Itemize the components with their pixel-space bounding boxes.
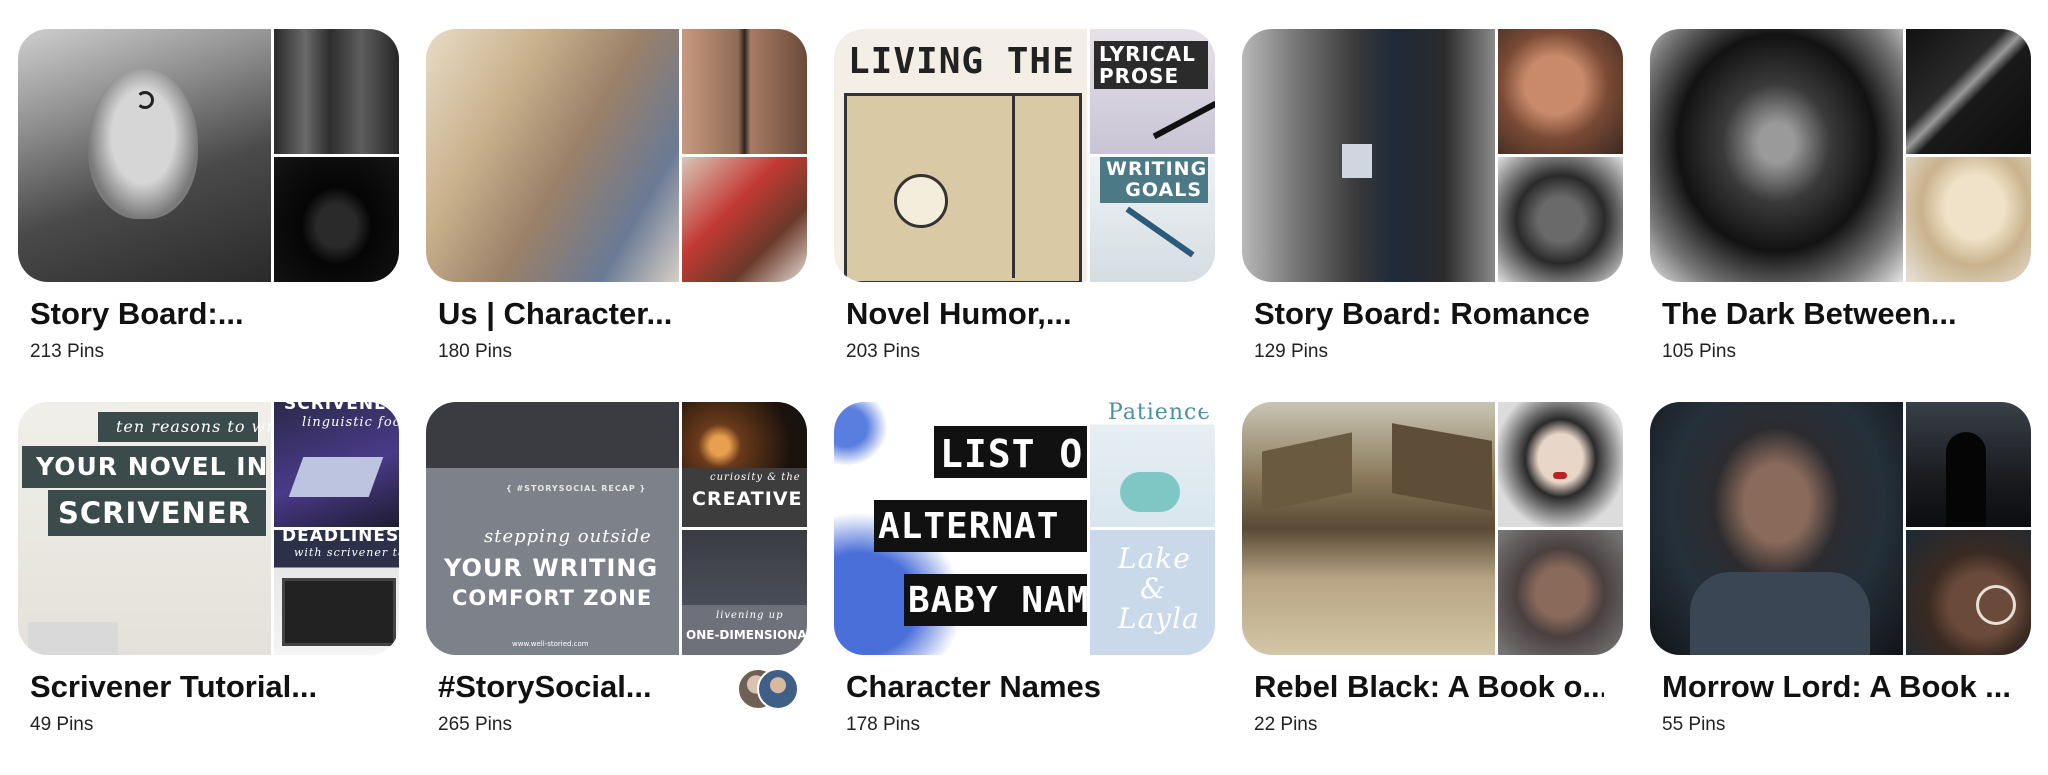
cover-image-main (1242, 402, 1495, 655)
collaborator-avatars[interactable] (737, 668, 799, 710)
cover-image-main (1650, 402, 1903, 655)
cover-text-main-tag: { #STORYSOCIAL RECAP } (506, 484, 647, 493)
board-title[interactable]: Story Board: Romance (1254, 296, 1604, 332)
board-title[interactable]: Character Names (846, 669, 1196, 705)
board-title[interactable]: Rebel Black: A Book o... (1254, 669, 1604, 705)
cover-image-bottom (1906, 157, 2031, 282)
cover-image-top (682, 29, 807, 154)
board-card[interactable]: Morrow Lord: A Book ... 55 Pins (1650, 402, 2031, 775)
cover-text-top-big: CREATIVE (692, 488, 803, 510)
cover-text-bottom-line1: DEADLINES (282, 530, 399, 546)
pin-count: 178 Pins (846, 714, 920, 735)
board-title[interactable]: The Dark Between... (1662, 296, 2012, 332)
cover-image-bottom (682, 157, 807, 282)
pin-count: 203 Pins (846, 341, 920, 362)
cover-image-bottom (1906, 530, 2031, 655)
board-cover[interactable] (426, 29, 807, 282)
cover-image-top (274, 29, 399, 154)
cover-text-main-line3: COMFORT ZONE (452, 586, 653, 610)
board-card[interactable]: ten reasons to write YOUR NOVEL IN SCRIV… (18, 402, 399, 775)
cover-image-top: LYRICAL PROSE (1090, 29, 1215, 154)
board-grid: Story Board:... 213 Pins Us | Character.… (18, 29, 2031, 775)
cover-image-bottom: DEADLINES with scrivener targets (274, 530, 399, 655)
board-cover[interactable]: { #STORYSOCIAL RECAP } stepping outside … (426, 402, 807, 655)
cover-text-bottom: Lake & Layla (1118, 542, 1200, 635)
cover-image-top (1498, 29, 1623, 154)
cover-text-main: LIVING THE D (848, 41, 1087, 82)
cover-text-bottom-line2: with scrivener targets (294, 546, 399, 559)
cover-text-top-small: curiosity & the (710, 472, 801, 483)
cover-image-top: curiosity & the CREATIVE (682, 402, 807, 527)
pin-count: 49 Pins (30, 714, 94, 735)
pin-count: 265 Pins (438, 714, 512, 735)
pin-count: 22 Pins (1254, 714, 1318, 735)
board-cover[interactable]: ten reasons to write YOUR NOVEL IN SCRIV… (18, 402, 399, 655)
cover-text-main-line3: BABY NAM (908, 580, 1087, 621)
pin-count: 213 Pins (30, 341, 104, 362)
board-card[interactable]: { #STORYSOCIAL RECAP } stepping outside … (426, 402, 807, 775)
board-cover[interactable] (1242, 402, 1623, 655)
board-card[interactable]: Story Board: Romance 129 Pins (1242, 29, 1623, 402)
cover-image-bottom: WRITING GOALS (1090, 157, 1215, 282)
cover-image-main: ten reasons to write YOUR NOVEL IN SCRIV… (18, 402, 271, 655)
cover-text-main-line1: YOUR NOVEL IN (36, 452, 269, 481)
cover-text-top-line2: linguistic focus (302, 415, 399, 430)
cover-image-bottom: livening up ONE-DIMENSIONAL (682, 530, 807, 655)
board-card[interactable]: LIVING THE D LYRICAL PROSE WRITING GOALS… (834, 29, 1215, 402)
cover-image-bottom (274, 157, 399, 282)
cover-image-main (426, 29, 679, 282)
cover-image-main (18, 29, 271, 282)
cover-image-bottom (1498, 157, 1623, 282)
cover-image-top: Patience (1090, 402, 1215, 527)
board-cover[interactable] (1242, 29, 1623, 282)
cover-image-top (1906, 29, 2031, 154)
board-title[interactable]: Novel Humor,... (846, 296, 1196, 332)
board-cover[interactable]: LIVING THE D LYRICAL PROSE WRITING GOALS (834, 29, 1215, 282)
board-title[interactable]: Story Board:... (30, 296, 380, 332)
cover-image-bottom: Lake & Layla (1090, 530, 1215, 655)
cover-text-main-url: www.well-storied.com (512, 640, 589, 648)
cover-image-main: LIVING THE D (834, 29, 1087, 282)
board-title[interactable]: Morrow Lord: A Book ... (1662, 669, 2012, 705)
pin-count: 129 Pins (1254, 341, 1328, 362)
board-card[interactable]: Story Board:... 213 Pins (18, 29, 399, 402)
cover-text-top-line1: SCRIVENER (284, 402, 399, 414)
board-cover[interactable] (1650, 29, 2031, 282)
board-card[interactable]: The Dark Between... 105 Pins (1650, 29, 2031, 402)
cover-text-top: Patience (1108, 402, 1212, 425)
board-card[interactable]: Us | Character... 180 Pins (426, 29, 807, 402)
pin-count: 180 Pins (438, 341, 512, 362)
cover-text-main-line1: LIST O (940, 432, 1084, 476)
cover-text-main-line2: SCRIVENER (58, 496, 251, 530)
cover-text-main-small: ten reasons to write (116, 417, 271, 436)
cover-text-bottom: WRITING GOALS (1100, 157, 1208, 203)
cover-text-main-line1: stepping outside (484, 526, 652, 547)
board-card[interactable]: Rebel Black: A Book o... 22 Pins (1242, 402, 1623, 775)
cover-image-bottom (1498, 530, 1623, 655)
board-cover[interactable]: LIST O ALTERNAT BABY NAM Patience Lake &… (834, 402, 1215, 655)
cover-image-top (1498, 402, 1623, 527)
cover-text-top: LYRICAL PROSE (1094, 41, 1208, 89)
board-card[interactable]: LIST O ALTERNAT BABY NAM Patience Lake &… (834, 402, 1215, 775)
cover-text-main-line2: YOUR WRITING (444, 554, 659, 582)
cover-text-bottom-small: livening up (716, 610, 784, 621)
cover-image-main: { #STORYSOCIAL RECAP } stepping outside … (426, 402, 679, 655)
cover-image-top: SCRIVENER linguistic focus (274, 402, 399, 527)
avatar (757, 668, 799, 710)
board-title[interactable]: Us | Character... (438, 296, 788, 332)
cover-text-main-line2: ALTERNAT (878, 506, 1060, 547)
board-title[interactable]: #StorySocial... (438, 669, 788, 705)
board-title[interactable]: Scrivener Tutorial... (30, 669, 380, 705)
cover-image-main: LIST O ALTERNAT BABY NAM (834, 402, 1087, 655)
cover-image-main (1650, 29, 1903, 282)
cover-image-main (1242, 29, 1495, 282)
cover-text-bottom-big: ONE-DIMENSIONAL (686, 628, 807, 642)
pin-count: 105 Pins (1662, 341, 1736, 362)
board-cover[interactable] (18, 29, 399, 282)
board-cover[interactable] (1650, 402, 2031, 655)
cover-image-top (1906, 402, 2031, 527)
pin-count: 55 Pins (1662, 714, 1726, 735)
